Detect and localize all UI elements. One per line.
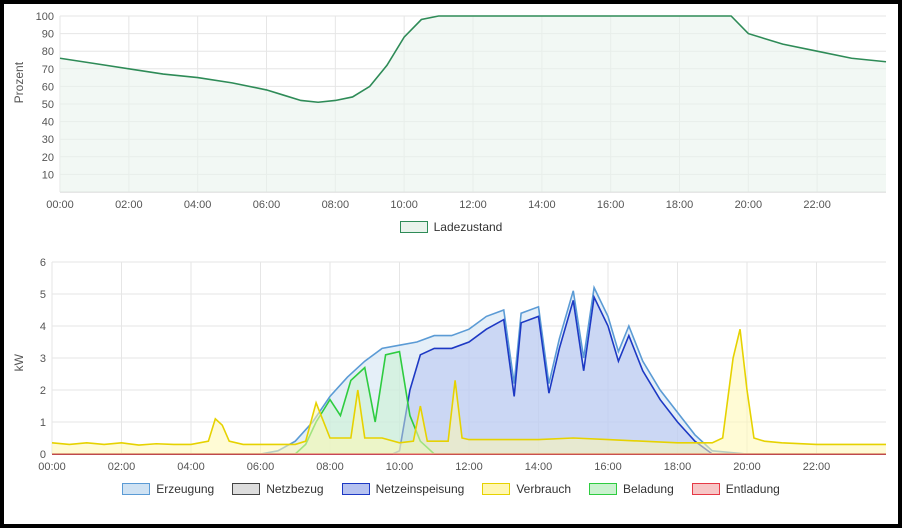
svg-text:08:00: 08:00 (322, 199, 350, 211)
legend-label-beladung: Beladung (623, 482, 674, 496)
chart-soc: Prozent 10 20 30 40 50 60 70 80 90 100 00:00 02:00 0… (4, 4, 898, 250)
svg-text:12:00: 12:00 (459, 199, 487, 211)
svg-text:20: 20 (42, 152, 54, 164)
svg-text:18:00: 18:00 (664, 461, 692, 473)
legend-top: Ladezustand (4, 216, 898, 240)
svg-text:20:00: 20:00 (735, 199, 763, 211)
chart-soc-plot: 10 20 30 40 50 60 70 80 90 100 00:00 02:00 04:00 06:0… (4, 4, 898, 216)
svg-text:22:00: 22:00 (803, 461, 831, 473)
svg-text:02:00: 02:00 (108, 461, 136, 473)
legend-item-entladung[interactable]: Entladung (692, 482, 780, 496)
svg-text:0: 0 (40, 449, 46, 461)
swatch-netzbezug (232, 483, 260, 495)
svg-text:14:00: 14:00 (528, 199, 556, 211)
svg-text:14:00: 14:00 (525, 461, 553, 473)
svg-text:10: 10 (42, 169, 54, 181)
swatch-netzeinspeisung (342, 483, 370, 495)
chart-power-plot: 0 1 2 3 4 5 6 00:00 02:00 04:00 06:00 08:00 10:00 12:… (4, 250, 898, 478)
svg-text:70: 70 (42, 64, 54, 76)
svg-text:5: 5 (40, 289, 46, 301)
svg-text:90: 90 (42, 29, 54, 41)
legend-label-entladung: Entladung (726, 482, 780, 496)
axis-label-y-bottom: kW (12, 354, 26, 371)
legend-item-verbrauch[interactable]: Verbrauch (482, 482, 571, 496)
svg-text:100: 100 (36, 11, 54, 23)
svg-text:20:00: 20:00 (733, 461, 761, 473)
legend-label-verbrauch: Verbrauch (516, 482, 571, 496)
svg-text:22:00: 22:00 (803, 199, 831, 211)
svg-text:2: 2 (40, 385, 46, 397)
legend-label-erzeugung: Erzeugung (156, 482, 214, 496)
svg-text:12:00: 12:00 (455, 461, 483, 473)
swatch-ladezustand (400, 221, 428, 233)
svg-text:00:00: 00:00 (46, 199, 74, 211)
legend-item-netzeinspeisung[interactable]: Netzeinspeisung (342, 482, 465, 496)
legend-item-netzbezug[interactable]: Netzbezug (232, 482, 323, 496)
legend-item-ladezustand[interactable]: Ladezustand (400, 220, 503, 234)
svg-text:06:00: 06:00 (253, 199, 281, 211)
svg-text:4: 4 (40, 321, 46, 333)
svg-text:16:00: 16:00 (597, 199, 625, 211)
svg-text:04:00: 04:00 (177, 461, 205, 473)
legend-item-erzeugung[interactable]: Erzeugung (122, 482, 214, 496)
svg-text:1: 1 (40, 417, 46, 429)
swatch-beladung (589, 483, 617, 495)
chart-power: kW 0 1 2 3 4 5 6 00:00 02:00 04:00 06:00 08:00 10:00… (4, 250, 898, 520)
svg-text:08:00: 08:00 (316, 461, 344, 473)
legend-label-netzeinspeisung: Netzeinspeisung (376, 482, 465, 496)
legend-label-netzbezug: Netzbezug (266, 482, 323, 496)
legend-label-ladezustand: Ladezustand (434, 220, 503, 234)
axis-label-y-top: Prozent (12, 62, 26, 103)
svg-text:10:00: 10:00 (390, 199, 418, 211)
svg-text:40: 40 (42, 117, 54, 129)
svg-text:6: 6 (40, 257, 46, 269)
svg-text:80: 80 (42, 46, 54, 58)
svg-text:04:00: 04:00 (184, 199, 212, 211)
svg-text:06:00: 06:00 (247, 461, 275, 473)
svg-text:02:00: 02:00 (115, 199, 143, 211)
svg-text:3: 3 (40, 353, 46, 365)
svg-text:00:00: 00:00 (38, 461, 66, 473)
svg-text:10:00: 10:00 (386, 461, 414, 473)
swatch-verbrauch (482, 483, 510, 495)
svg-text:60: 60 (42, 81, 54, 93)
legend-bottom: Erzeugung Netzbezug Netzeinspeisung Verbrau… (4, 478, 898, 502)
svg-text:30: 30 (42, 134, 54, 146)
swatch-erzeugung (122, 483, 150, 495)
svg-text:50: 50 (42, 99, 54, 111)
svg-text:16:00: 16:00 (594, 461, 622, 473)
legend-item-beladung[interactable]: Beladung (589, 482, 674, 496)
svg-text:18:00: 18:00 (666, 199, 694, 211)
swatch-entladung (692, 483, 720, 495)
